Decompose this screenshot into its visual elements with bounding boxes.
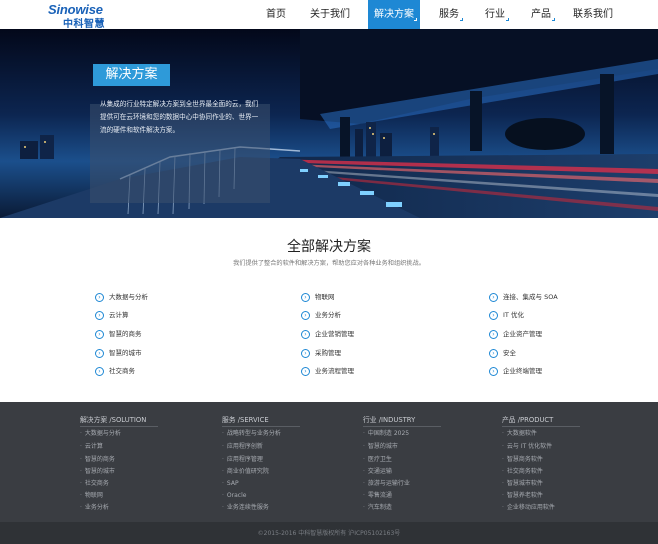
footer-link[interactable]: · 云计算 — [80, 442, 103, 452]
nav-label: 服务 — [439, 9, 459, 20]
dropdown-arrow-icon — [414, 18, 417, 21]
solutions-heading: 全部解决方案 — [287, 239, 371, 255]
footer-link[interactable]: · 云与 IT 优化软件 — [502, 442, 552, 452]
footer-link[interactable]: · 企业移动应用软件 — [502, 503, 555, 513]
arrow-circle-icon: › — [95, 349, 104, 358]
solution-label: 连接、集成与 SOA — [503, 293, 558, 301]
footer-link[interactable]: · 商业价值研究院 — [222, 467, 269, 477]
nav-item-solutions[interactable]: 解决方案 — [368, 0, 420, 29]
arrow-circle-icon: › — [301, 349, 310, 358]
footer-link[interactable]: · 战略转型与业务分析 — [222, 429, 281, 439]
solution-label: 社交商务 — [109, 367, 135, 375]
nav-label: 联系我们 — [573, 9, 613, 20]
nav-item-about[interactable]: 关于我们 — [305, 0, 355, 29]
footer-link[interactable]: · 汽车制造 — [363, 503, 392, 513]
hero-description: 从集成的行业特定解决方案到全世界最全面的云，我们提供可在云环境和您的数据中心中协… — [100, 100, 259, 134]
footer-link[interactable]: · 业务分析 — [80, 503, 109, 513]
footer-link[interactable]: · 智慧养老软件 — [502, 491, 543, 501]
site-header: Sinowise 中科智慧 首页 关于我们 解决方案 服务 行业 产品 联系我们 — [0, 0, 658, 30]
footer-link[interactable]: · 应用程序创新 — [222, 442, 263, 452]
footer-link[interactable]: · 旅游与运输行业 — [363, 479, 410, 489]
solution-label: 业务分析 — [315, 311, 341, 319]
footer-column-title: 行业 /INDUSTRY — [363, 416, 416, 424]
footer-divider — [363, 426, 441, 427]
solution-label: IT 优化 — [503, 311, 524, 319]
arrow-circle-icon: › — [489, 367, 498, 376]
solution-label: 采购管理 — [315, 349, 341, 357]
footer-link[interactable]: · 医疗卫生 — [363, 455, 392, 465]
solution-label: 企业资产管理 — [503, 330, 542, 338]
footer-link[interactable]: · 智慧城市软件 — [502, 479, 543, 489]
nav-item-home[interactable]: 首页 — [258, 0, 294, 29]
footer-link[interactable]: · 零售流通 — [363, 491, 392, 501]
solution-label: 云计算 — [109, 311, 129, 319]
footer-divider — [222, 426, 300, 427]
footer-column-title: 服务 /SERVICE — [222, 416, 269, 424]
solutions-subheading: 我们提供了整合的软件和解决方案，帮助您应对各种业务和组织挑战。 — [233, 260, 425, 267]
solution-label: 物联网 — [315, 293, 335, 301]
arrow-circle-icon: › — [301, 311, 310, 320]
footer-link[interactable]: · 物联网 — [80, 491, 103, 501]
footer-divider — [502, 426, 580, 427]
footer-link[interactable]: · 大数据与分析 — [80, 429, 121, 439]
nav-label: 首页 — [266, 9, 286, 20]
nav-item-contact[interactable]: 联系我们 — [568, 0, 618, 29]
solution-label: 智慧的商务 — [109, 330, 142, 338]
solution-label: 安全 — [503, 349, 516, 357]
footer-link[interactable]: · 应用程序管理 — [222, 455, 263, 465]
footer-link[interactable]: · 智慧的城市 — [80, 467, 115, 477]
logo-text-cn: 中科智慧 — [63, 19, 105, 30]
nav-label: 解决方案 — [374, 9, 414, 20]
footer-link[interactable]: · Oracle — [222, 491, 246, 501]
footer-column-title: 解决方案 /SOLUTION — [80, 416, 147, 424]
footer-column-title: 产品 /PRODUCT — [502, 416, 554, 424]
hero-banner — [0, 29, 658, 218]
solution-label: 智慧的城市 — [109, 349, 142, 357]
solution-label: 业务流程管理 — [315, 367, 354, 375]
footer-link[interactable]: · 大数据软件 — [502, 429, 537, 439]
solution-label: 大数据与分析 — [109, 293, 148, 301]
footer-link[interactable]: · 智慧商务软件 — [502, 455, 543, 465]
footer-link[interactable]: · 智慧的商务 — [80, 455, 115, 465]
arrow-circle-icon: › — [95, 293, 104, 302]
nav-item-industry[interactable]: 行业 — [478, 0, 512, 29]
dropdown-arrow-icon — [506, 18, 509, 21]
arrow-circle-icon: › — [489, 293, 498, 302]
solution-label: 企业终端管理 — [503, 367, 542, 375]
dropdown-arrow-icon — [552, 18, 555, 21]
arrow-circle-icon: › — [95, 367, 104, 376]
footer-link[interactable]: · 智慧的城市 — [363, 442, 398, 452]
arrow-circle-icon: › — [301, 330, 310, 339]
solution-label: 企业营销管理 — [315, 330, 354, 338]
copyright-text: ©2015-2016 中科智慧版权所有 沪ICP05102163号 — [257, 530, 401, 537]
footer-divider — [80, 426, 158, 427]
footer-link[interactable]: · SAP — [222, 479, 239, 489]
arrow-circle-icon: › — [489, 311, 498, 320]
arrow-circle-icon: › — [489, 349, 498, 358]
nav-label: 关于我们 — [310, 9, 350, 20]
arrow-circle-icon: › — [489, 330, 498, 339]
arrow-circle-icon: › — [95, 311, 104, 320]
arrow-circle-icon: › — [301, 367, 310, 376]
footer-link[interactable]: · 社交商务软件 — [502, 467, 543, 477]
footer-link[interactable]: · 中国制造 2025 — [363, 429, 409, 439]
hero-title: 解决方案 — [93, 64, 170, 86]
dropdown-arrow-icon — [460, 18, 463, 21]
footer-link[interactable]: · 交通运输 — [363, 467, 392, 477]
logo[interactable]: Sinowise 中科智慧 — [48, 2, 118, 30]
nav-item-service[interactable]: 服务 — [432, 0, 466, 29]
nav-label: 行业 — [485, 9, 505, 20]
arrow-circle-icon: › — [95, 330, 104, 339]
footer-link[interactable]: · 社交商务 — [80, 479, 109, 489]
arrow-circle-icon: › — [301, 293, 310, 302]
nav-label: 产品 — [531, 9, 551, 20]
footer-link[interactable]: · 业务连续性服务 — [222, 503, 269, 513]
nav-item-product[interactable]: 产品 — [524, 0, 558, 29]
